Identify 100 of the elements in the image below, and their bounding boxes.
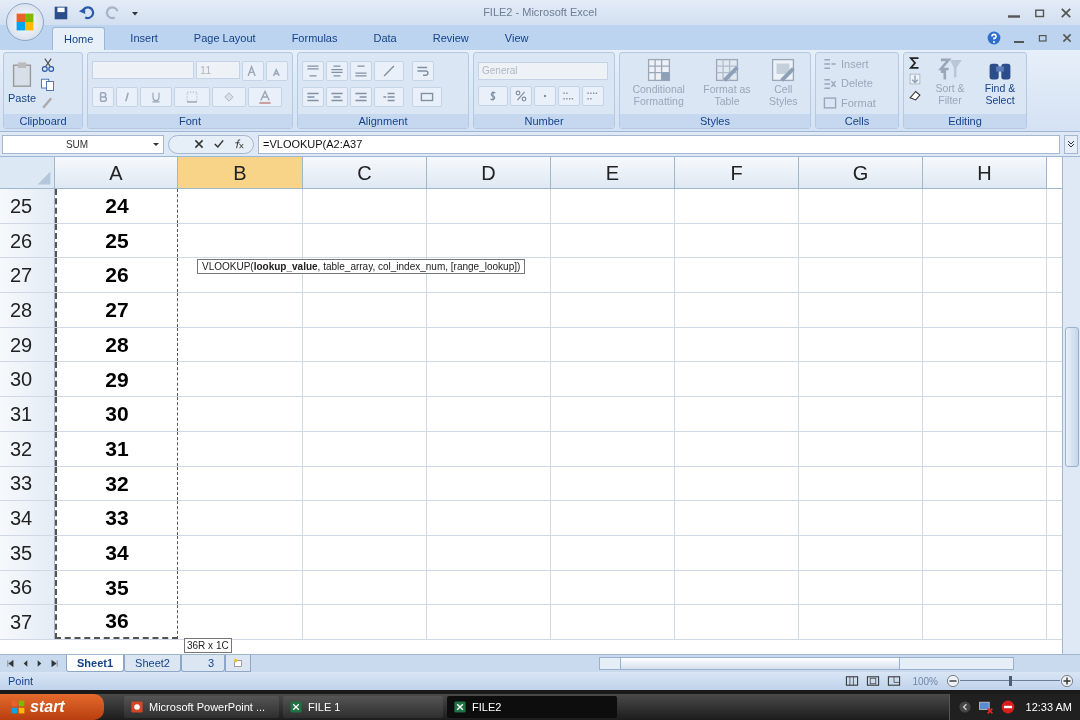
taskbar-button[interactable]: FILE2 xyxy=(447,696,617,718)
percent-icon xyxy=(515,89,527,102)
sheet-tab[interactable]: 3 xyxy=(180,655,226,672)
row-header[interactable]: 33 xyxy=(0,466,55,501)
vertical-scrollbar[interactable] xyxy=(1062,157,1080,654)
ribbon-tab[interactable]: Page Layout xyxy=(182,27,267,50)
ribbon-tab[interactable]: Insert xyxy=(119,27,169,50)
expand-formula-bar-button[interactable] xyxy=(1064,134,1078,154)
scissors-icon xyxy=(40,56,57,73)
ribbon-tab[interactable]: View xyxy=(493,27,540,50)
zoom-in-button[interactable] xyxy=(1060,674,1074,688)
indent-button[interactable] xyxy=(374,86,404,107)
font-name-field[interactable] xyxy=(92,60,194,79)
sum-icon xyxy=(908,56,922,70)
percent-button[interactable] xyxy=(510,85,532,106)
zoom-slider-thumb[interactable] xyxy=(1009,676,1012,686)
office-button[interactable] xyxy=(6,3,44,41)
shrink-font-button[interactable] xyxy=(266,60,288,81)
checkmark-icon xyxy=(213,138,225,150)
sheet-nav-button[interactable] xyxy=(49,658,60,669)
close-icon xyxy=(193,138,205,150)
ribbon-button[interactable]: Find & Select xyxy=(978,56,1022,106)
column-header[interactable]: A xyxy=(55,157,178,188)
undo-icon xyxy=(78,3,96,22)
wrap-text-button[interactable] xyxy=(412,60,434,81)
grow-font-button[interactable] xyxy=(242,60,264,81)
start-button[interactable]: start xyxy=(0,694,104,720)
column-header[interactable]: B xyxy=(178,157,303,188)
italic-button[interactable] xyxy=(116,86,138,107)
column-header[interactable]: G xyxy=(799,157,923,188)
formula-field[interactable]: =VLOOKUP(A2:A37 xyxy=(258,134,1060,154)
horizontal-scrollbar[interactable] xyxy=(599,657,1015,670)
align-button[interactable] xyxy=(302,60,324,81)
network-icon xyxy=(977,699,994,715)
row-header[interactable]: 34 xyxy=(0,501,55,535)
decrease-decimal-button[interactable] xyxy=(582,85,604,106)
blocked-icon xyxy=(999,699,1016,715)
row-header[interactable]: 31 xyxy=(0,397,55,431)
taskbar-button[interactable]: FILE 1 xyxy=(283,696,443,718)
row-header[interactable]: 27 xyxy=(0,258,55,293)
column-header[interactable]: E xyxy=(551,157,675,188)
borders-icon xyxy=(185,89,199,104)
column-header[interactable]: C xyxy=(303,157,427,188)
sheet-tab[interactable]: Sheet2 xyxy=(124,655,181,672)
column-header[interactable]: D xyxy=(427,157,551,188)
name-box[interactable]: SUM xyxy=(2,134,164,154)
row-header[interactable]: 26 xyxy=(0,223,55,258)
close-button[interactable] xyxy=(1060,31,1074,45)
presentation-app-icon xyxy=(130,700,144,714)
row-header[interactable]: 25 xyxy=(0,189,55,223)
row-header[interactable]: 32 xyxy=(0,431,55,466)
cell-reference: SUM xyxy=(64,137,90,152)
window-title: FILE2 - Microsoft Excel xyxy=(482,5,598,21)
insert-function-button[interactable] xyxy=(233,137,247,151)
row-header[interactable]: 37 xyxy=(0,605,55,639)
column-header[interactable]: F xyxy=(675,157,799,188)
taskbar-button[interactable]: Microsoft PowerPoint ... xyxy=(124,696,279,718)
table-cell: 26 xyxy=(55,258,178,293)
ribbon-tab[interactable]: Home xyxy=(52,27,106,50)
row-header[interactable]: 36 xyxy=(0,570,55,605)
fill-color-button[interactable] xyxy=(212,86,246,107)
table-cell: 31 xyxy=(55,431,178,466)
indent-button[interactable] xyxy=(374,60,404,81)
cells-icon xyxy=(822,76,838,91)
ribbon-tab[interactable]: Formulas xyxy=(280,27,349,50)
sheet-nav-button[interactable] xyxy=(6,658,17,669)
alignment-icon xyxy=(305,63,321,78)
cells-icon xyxy=(822,57,838,71)
align-button[interactable] xyxy=(350,86,372,107)
underline-button[interactable] xyxy=(140,86,172,107)
font-color-button[interactable] xyxy=(248,86,282,107)
ribbon-tab[interactable]: Review xyxy=(421,27,480,50)
insert-sheet-button[interactable] xyxy=(225,655,252,672)
align-button[interactable] xyxy=(326,86,348,107)
restore-icon xyxy=(1037,32,1049,44)
align-button[interactable] xyxy=(326,60,348,81)
ribbon-tab[interactable]: Data xyxy=(362,27,408,50)
row-header[interactable]: 28 xyxy=(0,293,55,327)
help-button[interactable] xyxy=(986,30,1002,46)
undo-button[interactable] xyxy=(78,3,96,22)
alignment-icon xyxy=(381,63,397,78)
column-header[interactable]: H xyxy=(923,157,1047,188)
currency-button[interactable] xyxy=(478,85,508,106)
zoom-out-button[interactable] xyxy=(946,674,960,688)
align-button[interactable] xyxy=(302,86,324,107)
table-cell: 34 xyxy=(55,535,178,570)
borders-button[interactable] xyxy=(174,86,210,107)
increase-decimal-button[interactable] xyxy=(558,85,580,106)
bold-button[interactable] xyxy=(92,86,114,107)
help-icon xyxy=(986,30,1002,46)
page-view-icon xyxy=(844,674,861,688)
table-cell: 27 xyxy=(55,293,178,327)
paste-button[interactable]: Paste xyxy=(8,60,37,107)
row-header[interactable]: 35 xyxy=(0,535,55,570)
align-button[interactable] xyxy=(350,60,372,81)
sheet-tab[interactable]: Sheet1 xyxy=(66,655,125,672)
row-header[interactable]: 30 xyxy=(0,362,55,397)
merge-button[interactable] xyxy=(412,86,442,107)
zoom-slider[interactable] xyxy=(960,676,1060,686)
row-header[interactable]: 29 xyxy=(0,327,55,362)
